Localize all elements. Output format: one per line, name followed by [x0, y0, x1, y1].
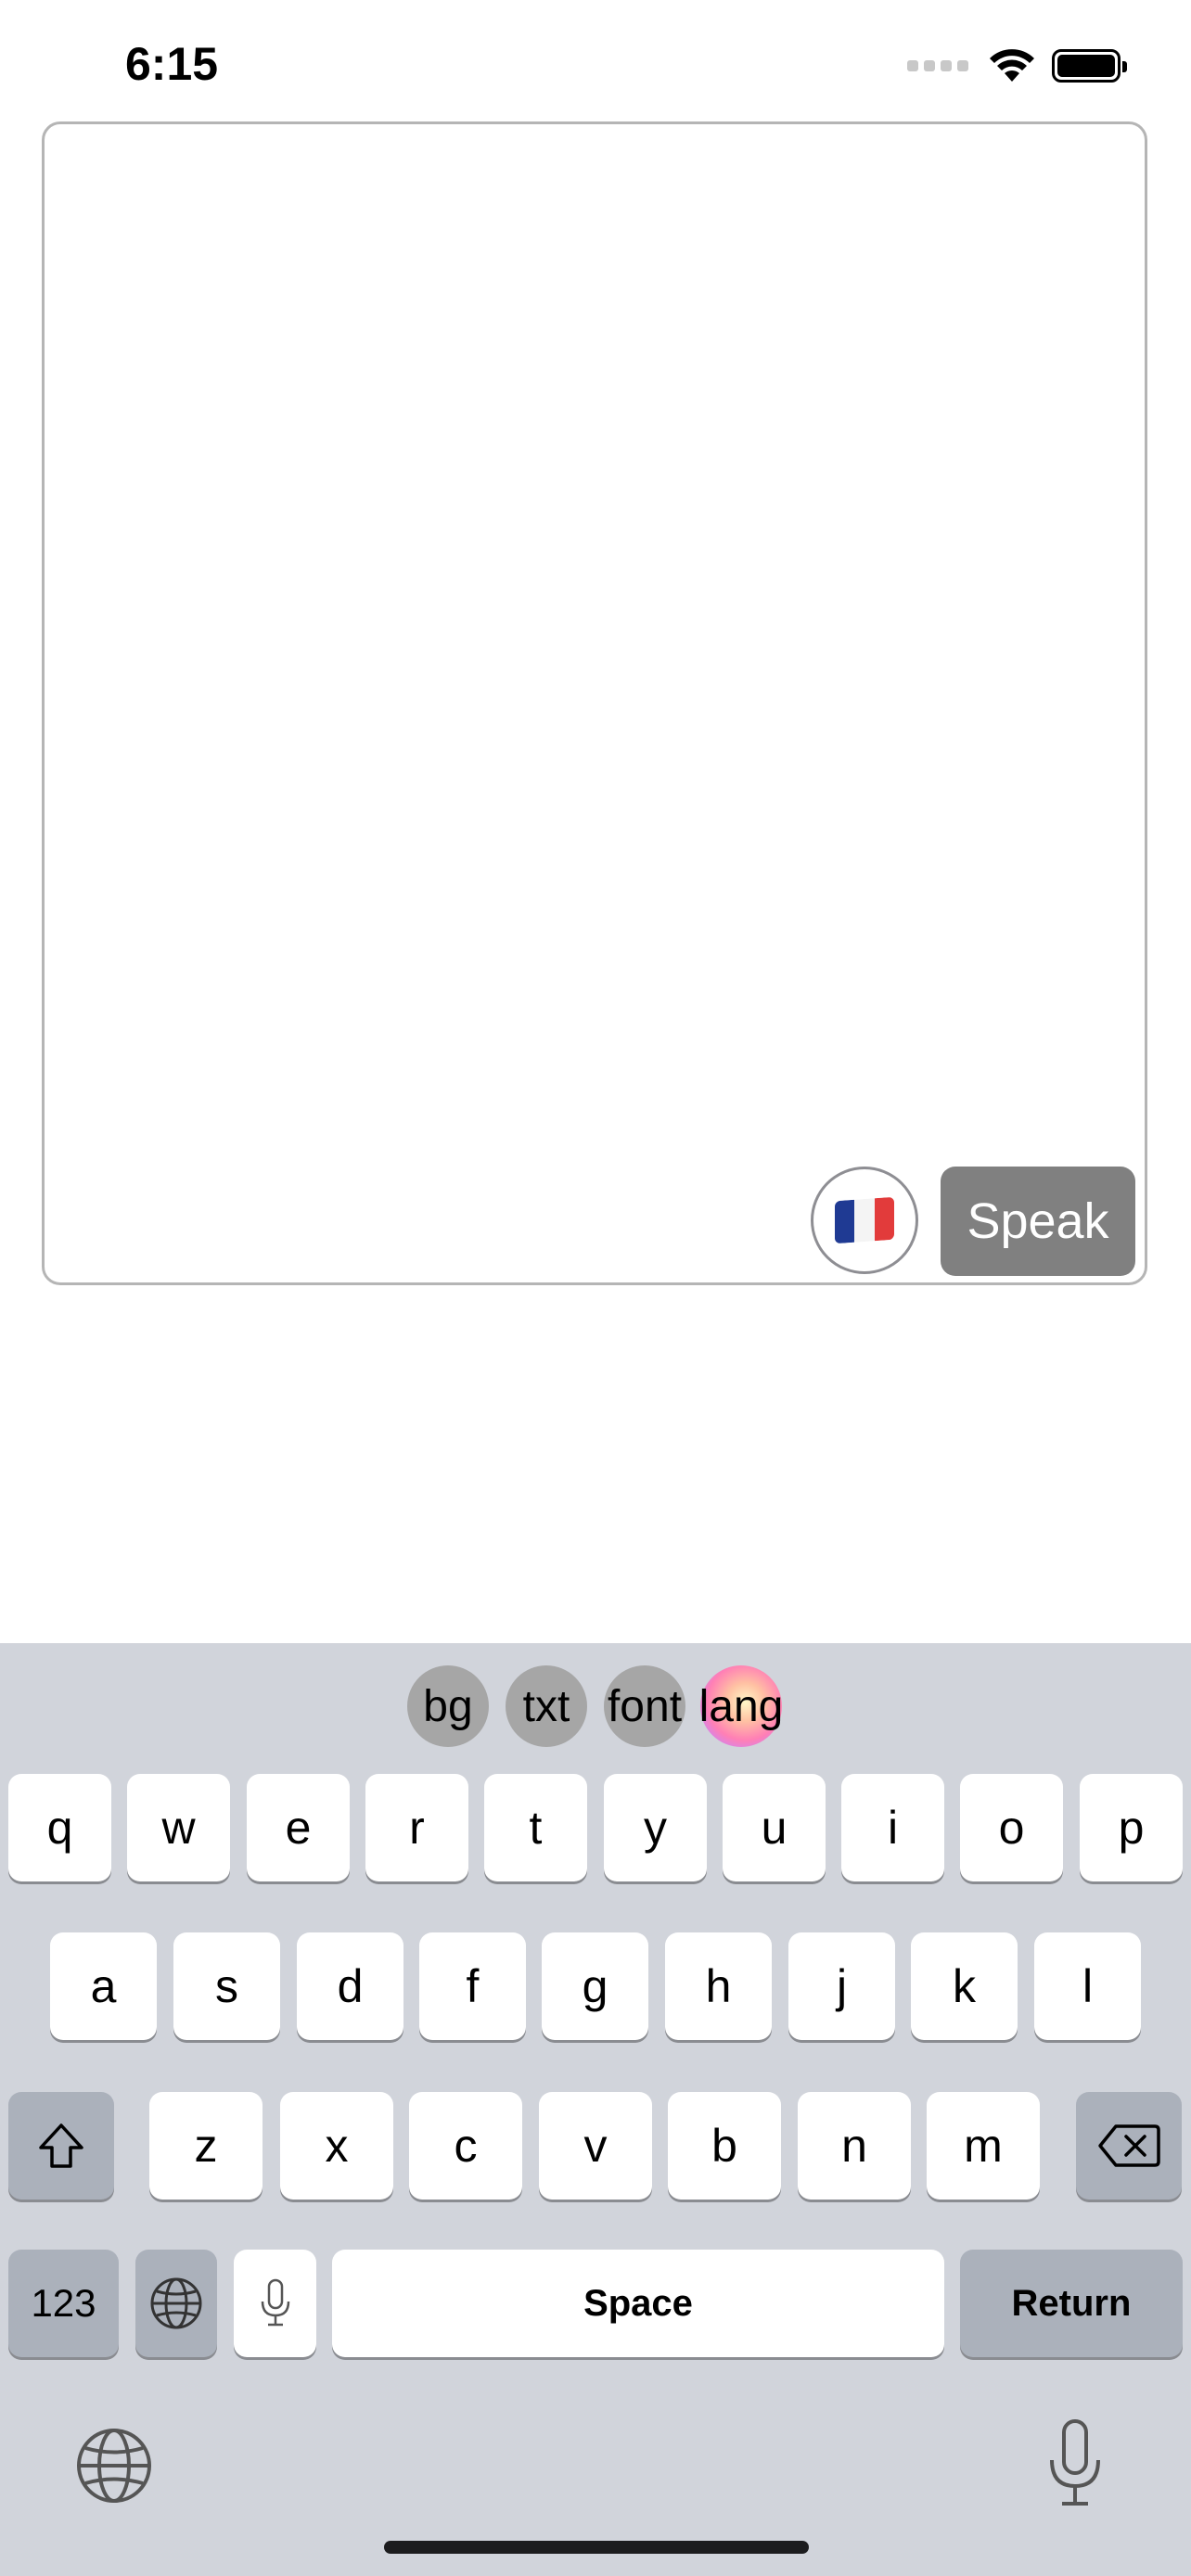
shift-icon [39, 2123, 83, 2168]
key-d[interactable]: d [297, 1932, 403, 2040]
key-h[interactable]: h [665, 1932, 772, 2040]
status-time: 6:15 [125, 38, 219, 90]
key-j[interactable]: j [788, 1932, 895, 2040]
key-w[interactable]: w [127, 1774, 230, 1881]
numbers-key[interactable]: 123 [8, 2250, 119, 2357]
shift-key[interactable] [8, 2092, 114, 2200]
language-switch-button[interactable] [72, 2424, 156, 2507]
key-k[interactable]: k [911, 1932, 1018, 2040]
key-u[interactable]: u [723, 1774, 826, 1881]
key-s[interactable]: s [173, 1932, 280, 2040]
wifi-icon [990, 49, 1034, 82]
globe-icon [150, 2277, 202, 2329]
dictation-button[interactable] [1037, 2415, 1113, 2513]
language-flag-button[interactable] [811, 1167, 918, 1274]
backspace-icon [1098, 2124, 1160, 2167]
txt-chip[interactable]: txt [506, 1665, 587, 1747]
delete-key[interactable] [1076, 2092, 1182, 2200]
battery-icon [1052, 49, 1127, 83]
key-i[interactable]: i [841, 1774, 944, 1881]
key-l[interactable]: l [1034, 1932, 1141, 2040]
speak-button[interactable]: Speak [941, 1167, 1135, 1276]
microphone-icon [1050, 2419, 1100, 2506]
key-e[interactable]: e [247, 1774, 350, 1881]
key-c[interactable]: c [409, 2092, 522, 2200]
globe-icon [77, 2429, 151, 2503]
key-p[interactable]: p [1080, 1774, 1183, 1881]
key-y[interactable]: y [604, 1774, 707, 1881]
key-n[interactable]: n [798, 2092, 911, 2200]
status-indicators [907, 48, 1127, 83]
home-indicator[interactable] [384, 2541, 809, 2554]
key-b[interactable]: b [668, 2092, 781, 2200]
microphone-icon [261, 2278, 289, 2327]
return-key[interactable]: Return [960, 2250, 1183, 2357]
key-m[interactable]: m [927, 2092, 1040, 2200]
france-flag-icon [835, 1196, 894, 1244]
key-v[interactable]: v [539, 2092, 652, 2200]
cellular-signal-icon [907, 60, 968, 71]
dictation-key[interactable] [234, 2250, 316, 2357]
font-chip[interactable]: font [604, 1665, 685, 1747]
key-x[interactable]: x [280, 2092, 393, 2200]
space-key[interactable]: Space [332, 2250, 944, 2357]
key-z[interactable]: z [149, 2092, 263, 2200]
key-f[interactable]: f [419, 1932, 526, 2040]
globe-key[interactable] [135, 2250, 217, 2357]
key-t[interactable]: t [484, 1774, 587, 1881]
text-input-area[interactable] [42, 121, 1147, 1285]
key-r[interactable]: r [365, 1774, 468, 1881]
lang-chip[interactable]: lang [699, 1665, 783, 1747]
key-g[interactable]: g [542, 1932, 648, 2040]
key-q[interactable]: q [8, 1774, 111, 1881]
bg-chip[interactable]: bg [407, 1665, 489, 1747]
key-o[interactable]: o [960, 1774, 1063, 1881]
key-a[interactable]: a [50, 1932, 157, 2040]
